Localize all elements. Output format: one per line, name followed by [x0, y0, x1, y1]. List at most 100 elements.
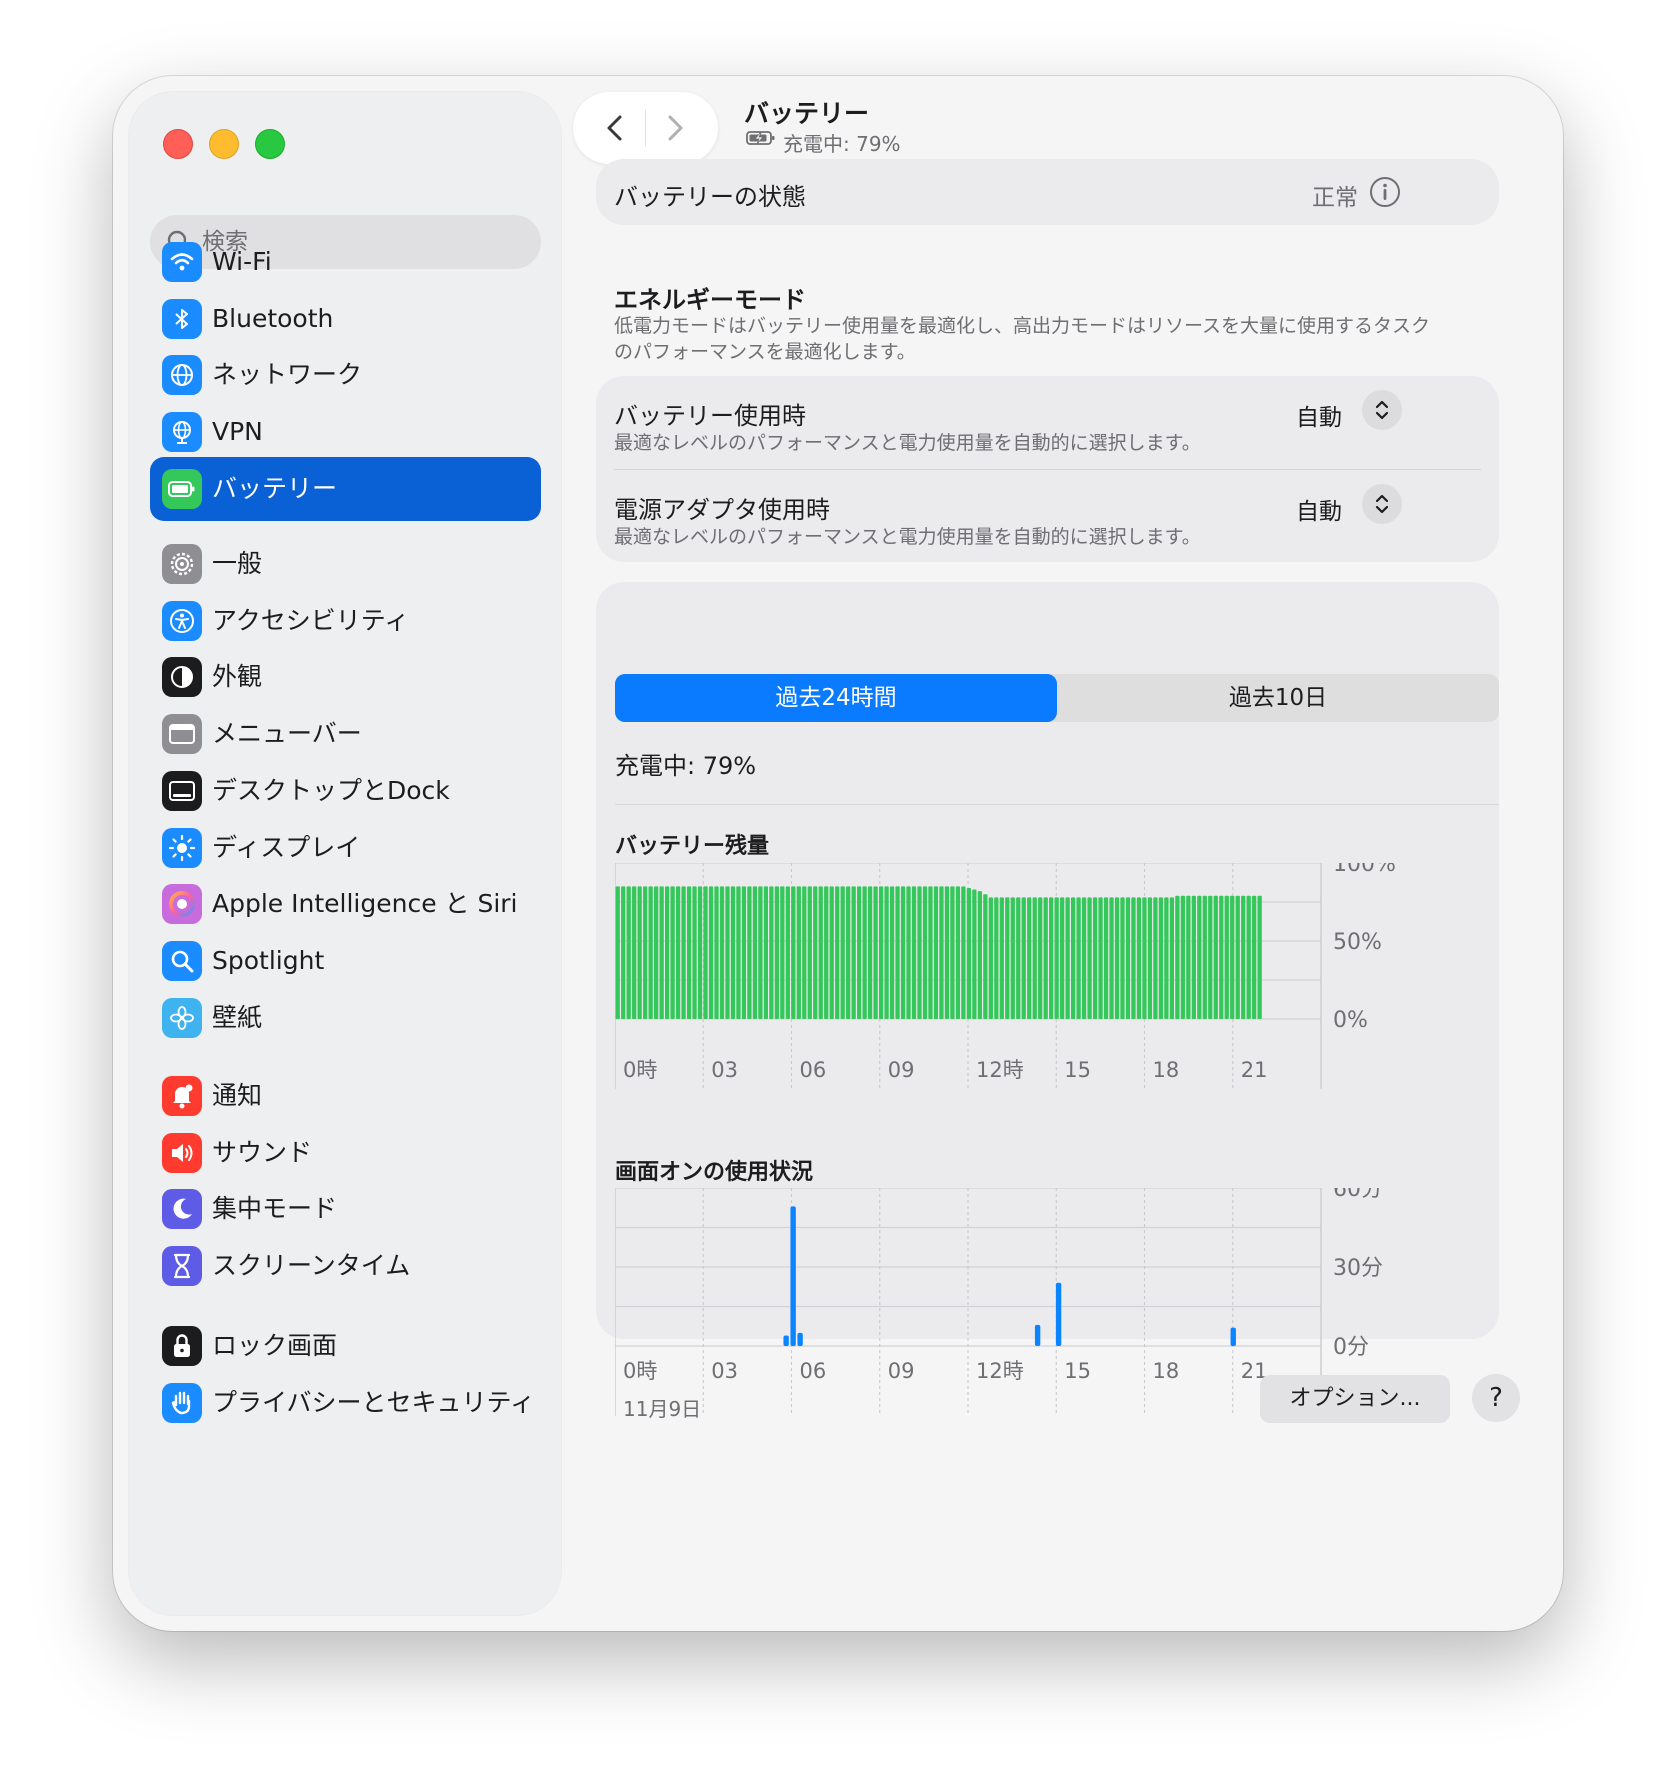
on-adapter-popup-button[interactable]	[1362, 484, 1402, 524]
chart-bar	[840, 886, 845, 1019]
chart-bar	[1252, 895, 1257, 1019]
x-tick-label: 09	[888, 1359, 915, 1383]
sidebar-item-network[interactable]: ネットワーク	[150, 343, 541, 407]
chart-bar	[785, 886, 790, 1019]
charging-battery-icon	[746, 131, 775, 145]
x-tick-label: 18	[1153, 1359, 1180, 1383]
tab-last-24-hours[interactable]: 過去24時間	[615, 674, 1057, 722]
chart-bar	[1092, 897, 1098, 1019]
chart-bar	[1224, 895, 1229, 1019]
bell-icon	[162, 1076, 202, 1116]
sidebar-item-lockscreen[interactable]: ロック画面	[150, 1314, 541, 1378]
chart-bar	[686, 886, 692, 1019]
chart-bar	[681, 886, 686, 1019]
chart-bar	[1142, 897, 1147, 1019]
chart-bar	[719, 886, 725, 1019]
y-tick-label: 100%	[1333, 863, 1396, 877]
chart-bar	[807, 886, 812, 1019]
x-tick-label: 12時	[976, 1359, 1024, 1383]
chart-bar	[895, 886, 900, 1019]
sidebar-item-wallpaper[interactable]: 壁紙	[150, 986, 541, 1050]
sidebar-item-bluetooth[interactable]: Bluetooth	[150, 287, 541, 351]
chart-bar	[626, 886, 631, 1019]
sidebar-item-wifi[interactable]: Wi-Fi	[150, 230, 541, 294]
chart-bar	[1027, 897, 1032, 1019]
sidebar-item-privacy[interactable]: プライバシーとセキュリティ	[150, 1371, 541, 1435]
sidebar-item-battery[interactable]: バッテリー	[150, 456, 541, 521]
chart-bar	[615, 886, 620, 1019]
chart-bar	[708, 886, 714, 1019]
battery-health-label: バッテリーの状態	[614, 183, 806, 211]
energy-mode-title: エネルギーモード	[614, 286, 806, 314]
info-icon[interactable]	[1368, 175, 1402, 209]
chart-bar	[862, 886, 867, 1019]
chart-bar	[1219, 895, 1224, 1019]
chart-bar	[670, 886, 675, 1019]
sidebar-item-label: 外観	[212, 662, 263, 692]
forward-button[interactable]	[655, 108, 695, 148]
sidebar-item-label: ネットワーク	[212, 360, 363, 390]
back-button[interactable]	[595, 108, 635, 148]
battery-icon	[162, 468, 202, 509]
chart-bar	[774, 886, 779, 1019]
charging-status: 充電中: 79%	[615, 752, 757, 780]
chart-bar	[1197, 895, 1202, 1019]
sidebar-item-menubar[interactable]: メニューバー	[150, 702, 541, 766]
chart-bar	[1131, 897, 1136, 1019]
sidebar-item-label: 通知	[212, 1081, 263, 1110]
chart-bar	[977, 891, 982, 1019]
sidebar-item-label: アクセシビリティ	[212, 605, 410, 635]
sidebar-item-screentime[interactable]: スクリーンタイム	[150, 1234, 541, 1298]
chart-bar	[725, 886, 730, 1019]
sidebar-item-accessibility[interactable]: アクセシビリティ	[150, 589, 541, 653]
sidebar-item-general[interactable]: 一般	[150, 532, 541, 596]
sidebar-item-sound[interactable]: サウンド	[150, 1121, 541, 1185]
chart-bar	[906, 886, 911, 1019]
y-tick-label: 0%	[1333, 1008, 1368, 1033]
chart-bar	[1213, 895, 1218, 1019]
sidebar-item-spotlight[interactable]: Spotlight	[150, 929, 541, 993]
sidebar-item-focus[interactable]: 集中モード	[150, 1177, 541, 1241]
sidebar-item-label: Bluetooth	[212, 303, 334, 333]
chart-bar	[692, 886, 697, 1019]
sidebar-item-displays[interactable]: ディスプレイ	[150, 816, 541, 880]
chart-bar	[911, 886, 917, 1019]
accessibility-icon	[162, 600, 202, 641]
chart-bar	[900, 886, 906, 1019]
chart-bar	[939, 886, 944, 1019]
help-button[interactable]: ?	[1472, 1374, 1520, 1422]
sidebar-item-label: プライバシーとセキュリティ	[212, 1387, 536, 1417]
bluetooth-icon	[162, 298, 202, 339]
sidebar-item-siri[interactable]: Apple Intelligence と Siri	[150, 872, 541, 936]
chart-bar	[1120, 897, 1125, 1019]
chart-bar	[873, 886, 878, 1019]
battery-health-value: 正常	[1312, 185, 1358, 211]
hand-icon	[162, 1382, 202, 1423]
close-window-button[interactable]	[163, 129, 193, 159]
chart-bar	[1246, 895, 1251, 1019]
sidebar-item-appearance[interactable]: 外観	[150, 645, 541, 709]
tab-last-10-days[interactable]: 過去10日	[1057, 674, 1499, 722]
sidebar-item-vpn[interactable]: VPN	[150, 400, 541, 464]
on-adapter-value: 自動	[1296, 499, 1342, 525]
chart-bar	[1202, 895, 1207, 1019]
chart-bar	[933, 886, 939, 1019]
chart-bar	[917, 886, 922, 1019]
battery-health-card[interactable]: バッテリーの状態 正常	[596, 159, 1499, 225]
sidebar-item-label: ロック画面	[212, 1331, 338, 1360]
chart-bar	[1103, 897, 1109, 1019]
page-title: バッテリー	[744, 99, 870, 128]
chart-bar	[961, 886, 966, 1019]
chart-bar	[1055, 1282, 1062, 1346]
sidebar-item-desktop-dock[interactable]: デスクトップとDock	[150, 759, 541, 823]
sidebar-item-notifications[interactable]: 通知	[150, 1064, 541, 1128]
chart-bar	[763, 886, 769, 1019]
chart-bar	[889, 886, 895, 1019]
minimize-window-button[interactable]	[209, 129, 239, 159]
wifi-icon	[162, 242, 202, 282]
chart-bar	[1021, 897, 1026, 1019]
sidebar-item-label: バッテリー	[212, 473, 338, 503]
options-button[interactable]: オプション...	[1260, 1375, 1450, 1423]
on-battery-popup-button[interactable]	[1362, 390, 1402, 430]
zoom-window-button[interactable]	[255, 129, 285, 159]
